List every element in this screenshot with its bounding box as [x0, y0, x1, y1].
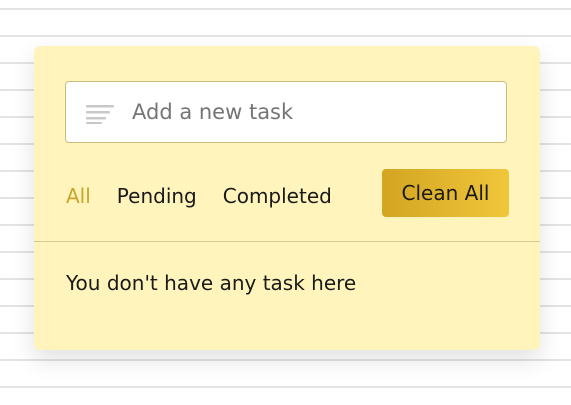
task-input[interactable] [132, 82, 492, 142]
task-input-container [65, 81, 507, 143]
todo-card: All Pending Completed Clean All You don'… [34, 46, 540, 350]
clear-all-button[interactable]: Clean All [382, 169, 509, 217]
filter-completed[interactable]: Completed [223, 184, 332, 208]
filter-tabs: All Pending Completed [66, 182, 358, 210]
filter-pending[interactable]: Pending [117, 184, 197, 208]
filter-all[interactable]: All [66, 184, 91, 208]
divider [34, 241, 540, 242]
empty-task-message: You don't have any task here [66, 271, 357, 295]
list-lines-icon [86, 105, 114, 124]
